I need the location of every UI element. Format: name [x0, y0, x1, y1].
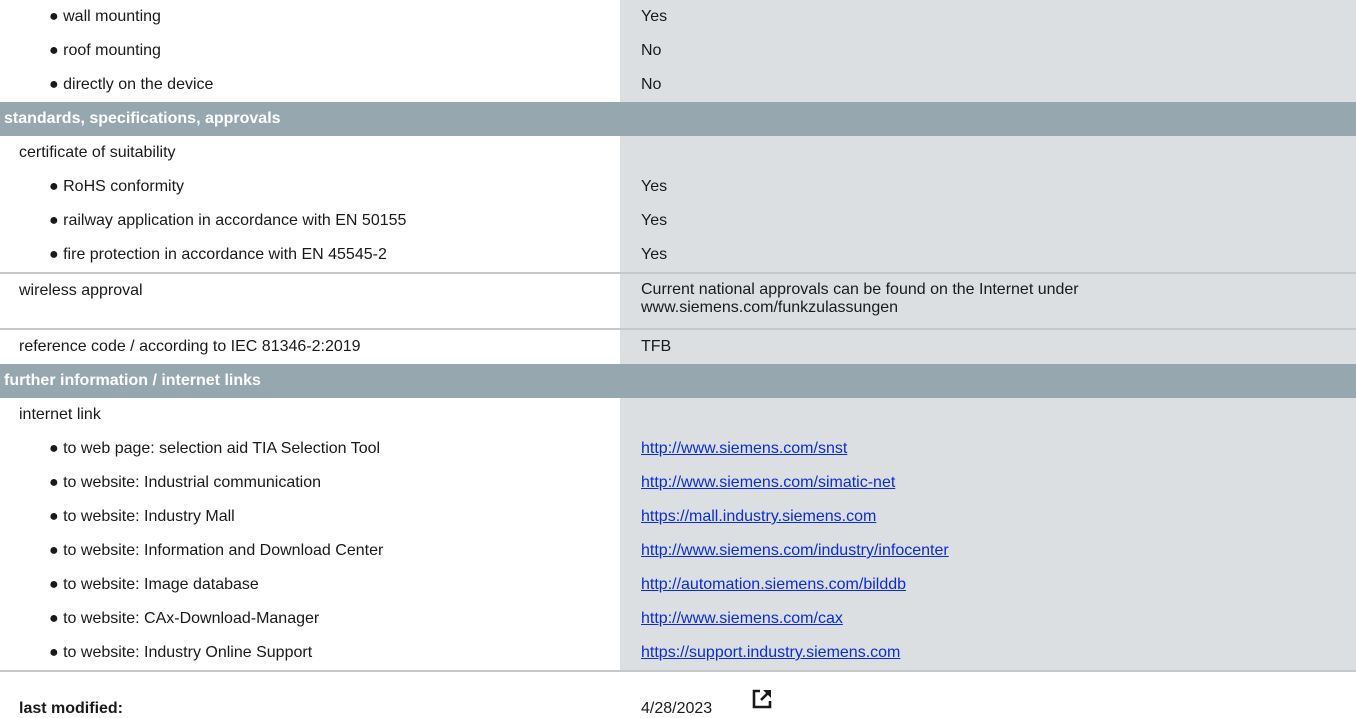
row-label: ● to website: Industrial communication — [49, 474, 322, 491]
row-label: ● wall mounting — [49, 8, 161, 25]
row-label: ● to website: CAx-Download-Manager — [49, 610, 320, 627]
table-row: ● to website: Industrial communication h… — [0, 466, 1356, 500]
section-header-standards: standards, specifications, approvals — [0, 102, 1356, 136]
wireless-value-line1: Current national approvals can be found … — [641, 281, 1079, 298]
row-value: Yes — [620, 170, 1356, 204]
row-label: ● fire protection in accordance with EN … — [49, 246, 387, 263]
table-row: internet link — [0, 398, 1356, 432]
row-label: reference code / according to IEC 81346-… — [19, 338, 361, 355]
link-tia-selection-tool[interactable]: http://www.siemens.com/snst — [641, 440, 847, 457]
row-value: Yes — [620, 238, 1356, 272]
row-value: No — [620, 68, 1356, 102]
row-value: Current national approvals can be found … — [620, 274, 1356, 328]
table-row: ● railway application in accordance with… — [0, 204, 1356, 238]
table-row: ● to website: CAx-Download-Manager http:… — [0, 602, 1356, 636]
row-label: ● RoHS conformity — [49, 178, 185, 195]
footer: last modified: 4/28/2023 — [0, 687, 1356, 717]
row-label: wireless approval — [19, 282, 143, 299]
table-row: ● to website: Image database http://auto… — [0, 568, 1356, 602]
external-link-icon[interactable] — [750, 687, 774, 711]
table-row: ● to website: Industry Mall https://mall… — [0, 500, 1356, 534]
table-row: ● directly on the device No — [0, 68, 1356, 102]
row-value: Yes — [620, 204, 1356, 238]
link-infocenter[interactable]: http://www.siemens.com/industry/infocent… — [641, 542, 949, 559]
row-label: ● to website: Information and Download C… — [49, 542, 384, 559]
row-value: Yes — [620, 0, 1356, 34]
table-row: ● to web page: selection aid TIA Selecti… — [0, 432, 1356, 466]
row-value-empty — [620, 136, 1356, 170]
row-label: ● to website: Image database — [49, 576, 259, 593]
row-value: TFB — [620, 330, 1356, 364]
wireless-value-line2: www.siemens.com/funkzulassungen — [641, 299, 899, 316]
table-row: ● fire protection in accordance with EN … — [0, 238, 1356, 274]
row-label: ● to website: Industry Online Support — [49, 644, 313, 661]
row-value-empty — [620, 398, 1356, 432]
link-industry-mall[interactable]: https://mall.industry.siemens.com — [641, 508, 876, 525]
table-row: ● roof mounting No — [0, 34, 1356, 68]
table-row: ● to website: Industry Online Support ht… — [0, 636, 1356, 672]
table-row: ● to website: Information and Download C… — [0, 534, 1356, 568]
row-value: No — [620, 34, 1356, 68]
last-modified-label: last modified: — [19, 700, 124, 717]
datasheet-table: ● wall mounting Yes ● roof mounting No ●… — [0, 0, 1356, 672]
link-image-database[interactable]: http://automation.siemens.com/bilddb — [641, 576, 906, 593]
section-header-further-info: further information / internet links — [0, 364, 1356, 398]
table-row: certificate of suitability — [0, 136, 1356, 170]
row-label: ● roof mounting — [49, 42, 161, 59]
table-row: ● wall mounting Yes — [0, 0, 1356, 34]
row-label: ● railway application in accordance with… — [49, 212, 407, 229]
table-row: wireless approval Current national appro… — [0, 274, 1356, 330]
link-cax-download-manager[interactable]: http://www.siemens.com/cax — [641, 610, 843, 627]
row-label: certificate of suitability — [19, 144, 176, 161]
row-label: ● directly on the device — [49, 76, 214, 93]
row-label: ● to website: Industry Mall — [49, 508, 235, 525]
link-industrial-communication[interactable]: http://www.siemens.com/simatic-net — [641, 474, 895, 491]
table-row: reference code / according to IEC 81346-… — [0, 330, 1356, 364]
row-label: ● to web page: selection aid TIA Selecti… — [49, 440, 381, 457]
last-modified-date: 4/28/2023 — [641, 700, 713, 717]
table-row: ● RoHS conformity Yes — [0, 170, 1356, 204]
link-online-support[interactable]: https://support.industry.siemens.com — [641, 644, 900, 661]
row-label: internet link — [19, 406, 101, 423]
